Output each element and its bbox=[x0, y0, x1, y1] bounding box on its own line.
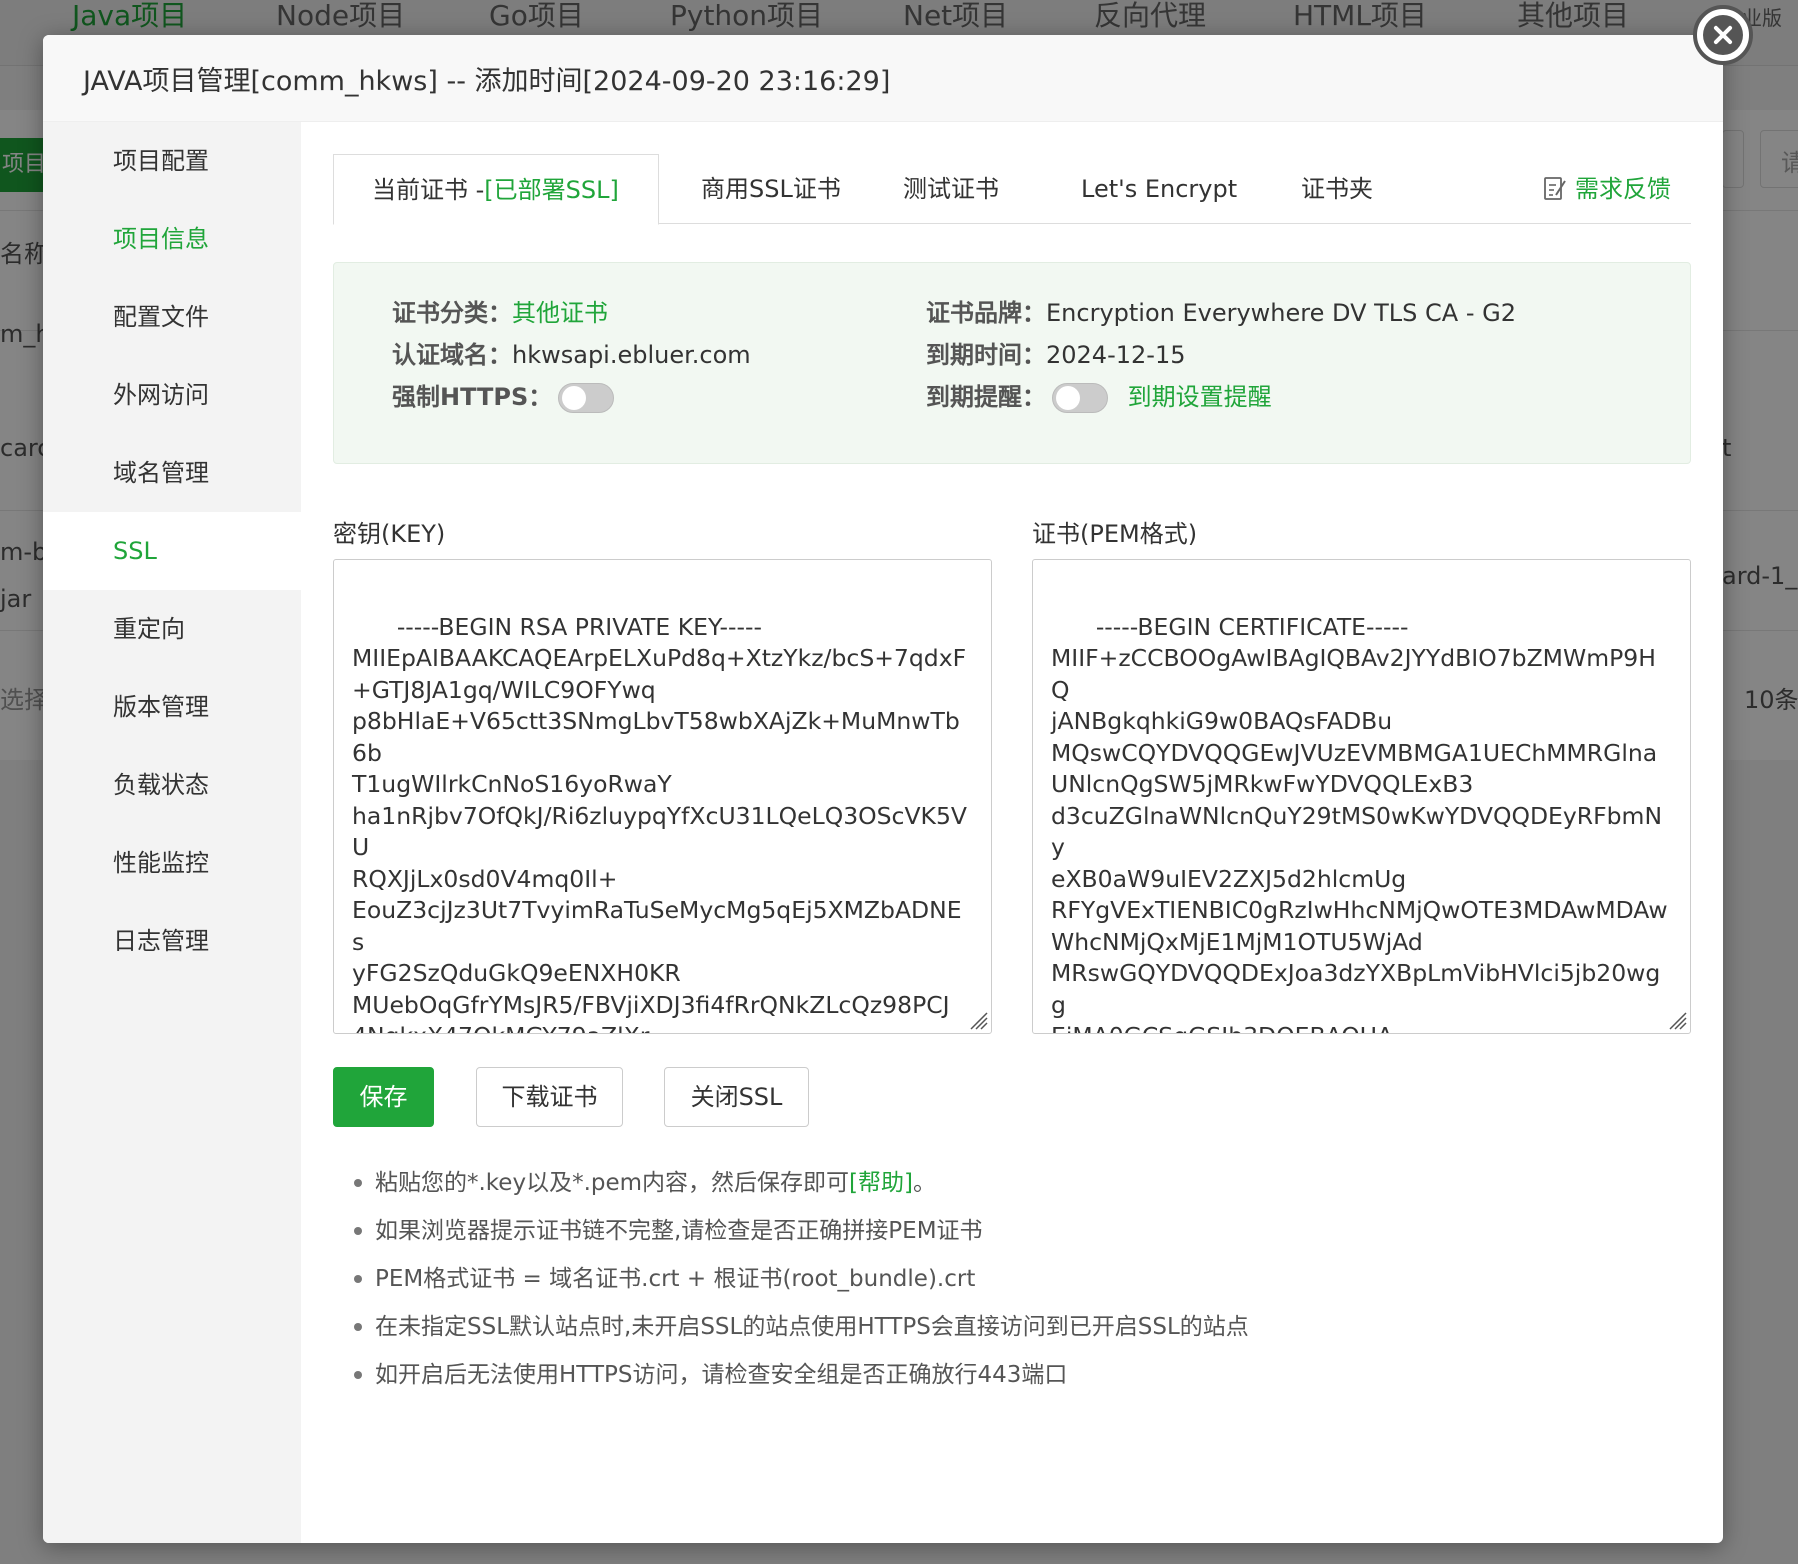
cert-domain: 认证域名：hkwsapi.ebluer.com bbox=[392, 335, 751, 370]
cert-expire: 到期时间：2024-12-15 bbox=[926, 335, 1185, 370]
resize-handle-icon[interactable] bbox=[967, 1009, 989, 1031]
key-label: 密钥(KEY) bbox=[333, 520, 446, 548]
tip-1-text: 粘贴您的*.key以及*.pem内容，然后保存即可 bbox=[375, 1170, 850, 1196]
tip-1-suffix: 。 bbox=[913, 1170, 936, 1196]
cert-label: 证书(PEM格式) bbox=[1032, 520, 1198, 548]
feedback-label: 需求反馈 bbox=[1575, 175, 1671, 203]
modal-sidebar: 项目配置 项目信息 配置文件 外网访问 域名管理 SSL 重定向 版本管理 负载… bbox=[43, 122, 301, 1543]
tip-item: 如果浏览器提示证书链不完整,请检查是否正确拼接PEM证书 bbox=[351, 1213, 1651, 1261]
cert-category: 证书分类：其他证书 bbox=[392, 293, 608, 328]
close-ssl-button[interactable]: 关闭SSL bbox=[664, 1067, 809, 1127]
sidebar-item-external-access[interactable]: 外网访问 bbox=[43, 356, 301, 434]
cert-brand-value: Encryption Everywhere DV TLS CA - G2 bbox=[1046, 299, 1516, 327]
java-project-modal: JAVA项目管理[comm_hkws] -- 添加时间[2024-09-20 2… bbox=[43, 35, 1723, 1543]
help-tips: 粘贴您的*.key以及*.pem内容，然后保存即可[帮助]。 如果浏览器提示证书… bbox=[351, 1165, 1651, 1405]
modal-header: JAVA项目管理[comm_hkws] -- 添加时间[2024-09-20 2… bbox=[43, 35, 1723, 122]
cert-brand: 证书品牌：Encryption Everywhere DV TLS CA - G… bbox=[926, 293, 1516, 328]
key-content: -----BEGIN RSA PRIVATE KEY----- MIIEpAIB… bbox=[352, 612, 967, 1034]
sidebar-item-redirect[interactable]: 重定向 bbox=[43, 590, 301, 668]
force-https-label: 强制HTTPS： bbox=[392, 383, 553, 411]
expire-reminder-settings-link[interactable]: 到期设置提醒 bbox=[1128, 383, 1272, 411]
modal-title: JAVA项目管理[comm_hkws] -- 添加时间[2024-09-20 2… bbox=[83, 66, 891, 97]
sidebar-item-domain-management[interactable]: 域名管理 bbox=[43, 434, 301, 512]
close-modal-button[interactable] bbox=[1693, 5, 1753, 65]
force-https-toggle[interactable] bbox=[558, 383, 615, 413]
key-textarea[interactable]: -----BEGIN RSA PRIVATE KEY----- MIIEpAIB… bbox=[333, 559, 992, 1034]
ssl-tabbar: 当前证书 -[已部署SSL] 商用SSL证书 测试证书 Let's Encryp… bbox=[333, 154, 1691, 225]
sidebar-item-config-file[interactable]: 配置文件 bbox=[43, 278, 301, 356]
tab-test-cert[interactable]: 测试证书 bbox=[903, 154, 999, 225]
tab-cert-folder[interactable]: 证书夹 bbox=[1301, 154, 1373, 225]
help-link[interactable]: [帮助] bbox=[849, 1170, 913, 1196]
sidebar-item-project-config[interactable]: 项目配置 bbox=[43, 122, 301, 200]
expire-reminder-toggle[interactable] bbox=[1052, 383, 1108, 413]
force-https: 强制HTTPS： bbox=[392, 377, 615, 413]
sidebar-item-load-status[interactable]: 负载状态 bbox=[43, 746, 301, 824]
cert-domain-label: 认证域名： bbox=[392, 341, 512, 369]
tip-item: 如开启后无法使用HTTPS访问，请检查安全组是否正确放行443端口 bbox=[351, 1357, 1651, 1405]
expire-reminder: 到期提醒： 到期设置提醒 bbox=[926, 377, 1272, 413]
tip-item: 粘贴您的*.key以及*.pem内容，然后保存即可[帮助]。 bbox=[351, 1165, 1651, 1213]
cert-info-panel: 证书分类：其他证书 证书品牌：Encryption Everywhere DV … bbox=[333, 262, 1691, 464]
resize-handle-icon[interactable] bbox=[1666, 1009, 1688, 1031]
cert-brand-label: 证书品牌： bbox=[926, 299, 1046, 327]
expire-reminder-label: 到期提醒： bbox=[926, 383, 1046, 411]
cert-expire-value: 2024-12-15 bbox=[1046, 341, 1186, 369]
sidebar-item-log-management[interactable]: 日志管理 bbox=[43, 902, 301, 980]
ssl-status-badge: [已部署SSL] bbox=[484, 176, 619, 204]
cert-category-label: 证书分类： bbox=[392, 299, 512, 327]
cert-textarea[interactable]: -----BEGIN CERTIFICATE----- MIIF+zCCBOOg… bbox=[1032, 559, 1691, 1034]
download-cert-button[interactable]: 下载证书 bbox=[476, 1067, 623, 1127]
tab-commercial-ssl[interactable]: 商用SSL证书 bbox=[701, 154, 841, 225]
cert-expire-label: 到期时间： bbox=[926, 341, 1046, 369]
sidebar-item-project-info[interactable]: 项目信息 bbox=[43, 200, 301, 278]
sidebar-item-performance-monitor[interactable]: 性能监控 bbox=[43, 824, 301, 902]
close-icon bbox=[1703, 15, 1743, 55]
edit-note-icon bbox=[1544, 177, 1566, 200]
sidebar-item-ssl[interactable]: SSL bbox=[43, 512, 301, 590]
save-button[interactable]: 保存 bbox=[333, 1067, 434, 1127]
feedback-link[interactable]: 需求反馈 bbox=[1543, 154, 1671, 224]
tab-lets-encrypt[interactable]: Let's Encrypt bbox=[1081, 154, 1237, 225]
cert-category-value: 其他证书 bbox=[512, 299, 608, 327]
ssl-panel: 当前证书 -[已部署SSL] 商用SSL证书 测试证书 Let's Encryp… bbox=[301, 122, 1723, 1543]
cert-domain-value: hkwsapi.ebluer.com bbox=[512, 341, 751, 369]
tab-current-cert-label: 当前证书 - bbox=[372, 176, 485, 204]
cert-content: -----BEGIN CERTIFICATE----- MIIF+zCCBOOg… bbox=[1051, 612, 1668, 1034]
sidebar-item-version-management[interactable]: 版本管理 bbox=[43, 668, 301, 746]
tip-item: PEM格式证书 = 域名证书.crt + 根证书(root_bundle).cr… bbox=[351, 1261, 1651, 1309]
tab-current-cert[interactable]: 当前证书 -[已部署SSL] bbox=[333, 154, 659, 225]
tip-item: 在未指定SSL默认站点时,未开启SSL的站点使用HTTPS会直接访问到已开启SS… bbox=[351, 1309, 1651, 1357]
